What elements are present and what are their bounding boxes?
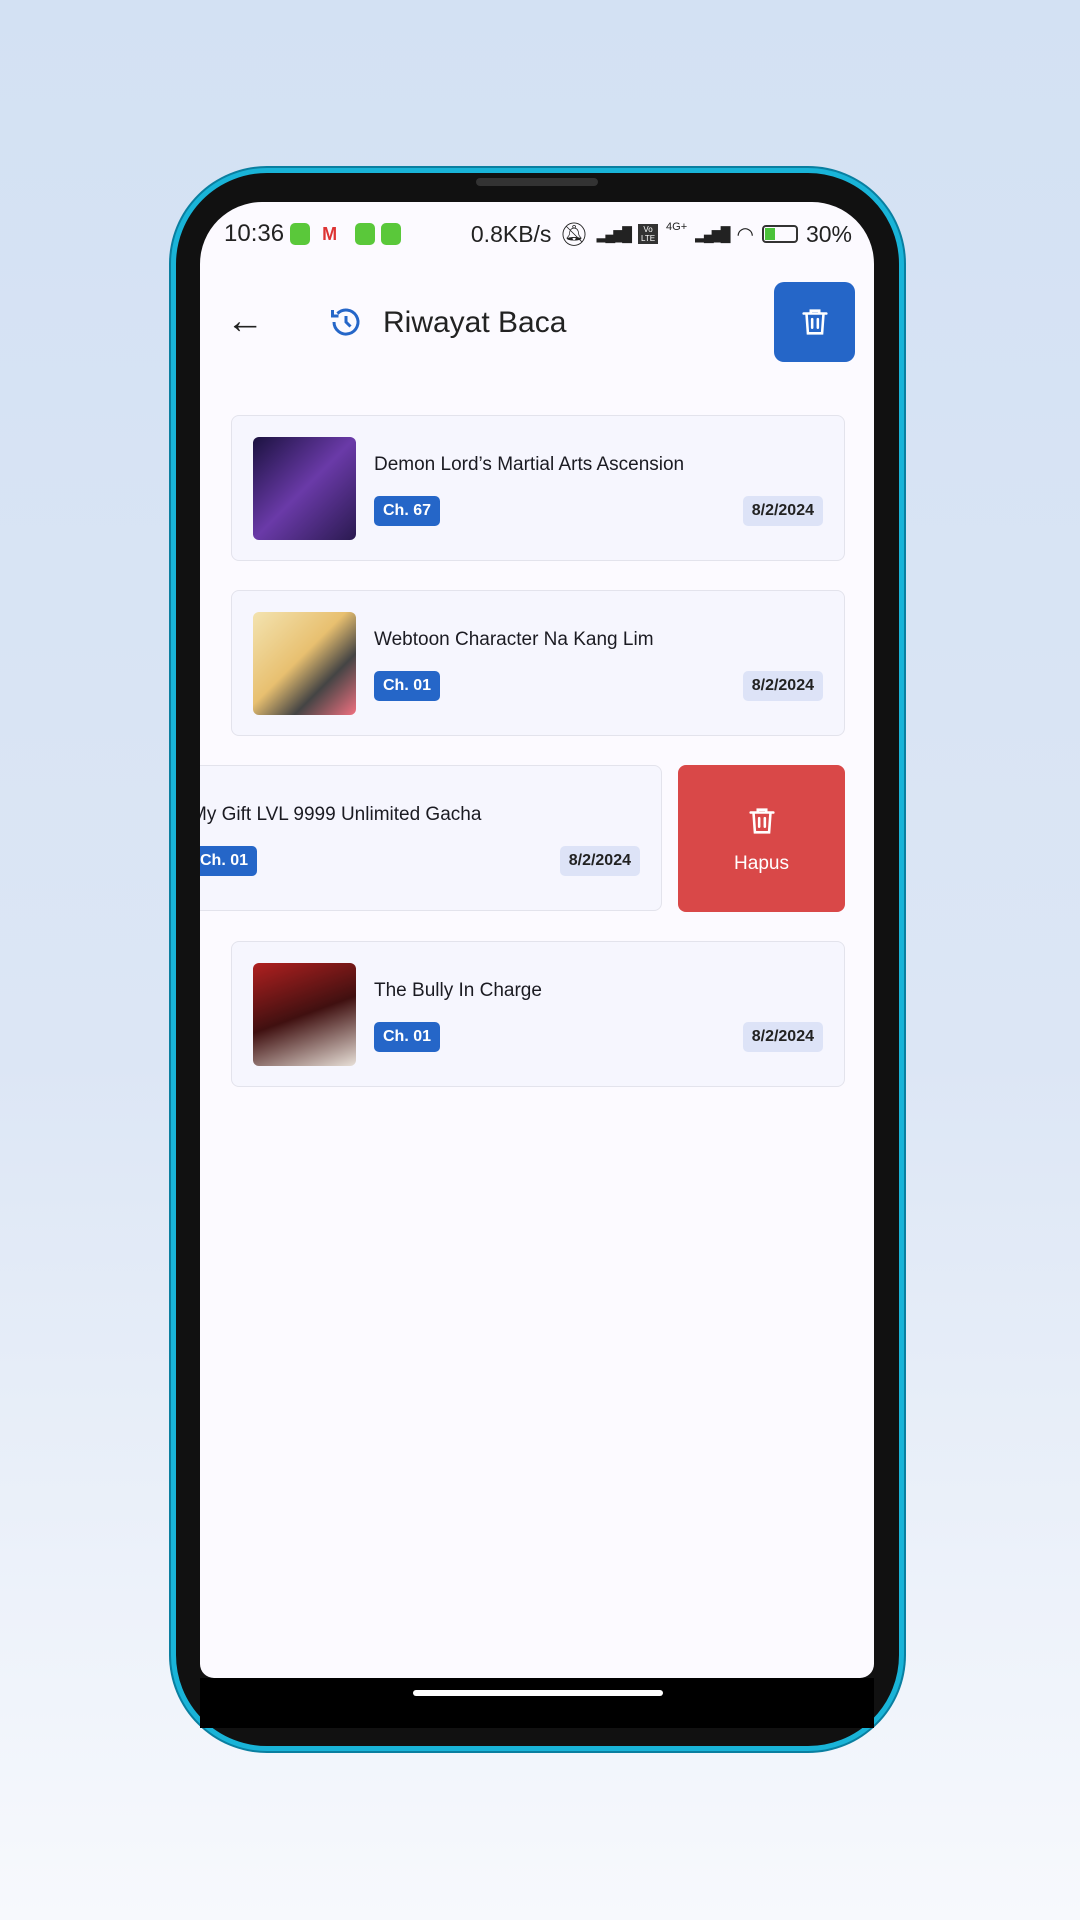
app-notification-icon [290, 223, 311, 245]
home-indicator[interactable] [413, 1690, 663, 1696]
delete-label: Hapus [734, 852, 789, 874]
gmail-icon: M [322, 223, 338, 244]
chapter-badge: Ch. 67 [374, 496, 441, 526]
history-item[interactable]: Demon Lord’s Martial Arts Ascension Ch. … [231, 415, 845, 561]
date-badge: 8/2/2024 [742, 496, 823, 526]
delete-item-button[interactable]: Hapus [678, 765, 845, 912]
bell-muted-icon: 🔕︎ [559, 220, 589, 247]
history-icon [331, 308, 360, 336]
manga-title: Demon Lord’s Martial Arts Ascension [374, 454, 685, 475]
status-time: 10:36 [224, 220, 285, 247]
app-notification-icon [381, 223, 402, 245]
network-type: 4G+ [666, 220, 688, 233]
cover-thumbnail [253, 612, 356, 715]
chapter-badge: Ch. 01 [200, 846, 258, 876]
trash-icon [748, 807, 775, 834]
clear-history-button[interactable] [774, 282, 855, 362]
signal-icon: ▂▄▆█ [695, 225, 730, 242]
wifi-icon: ◠ [736, 223, 754, 246]
battery-level: 30% [805, 220, 852, 247]
chapter-badge: Ch. 01 [374, 671, 441, 701]
back-button[interactable]: ← [226, 300, 264, 343]
history-item-swiped[interactable]: My Gift LVL 9999 Unlimited Gacha Ch. 01 … [200, 765, 662, 911]
cover-thumbnail [253, 963, 356, 1066]
manga-title: The Bully In Charge [374, 980, 542, 1001]
date-badge: 8/2/2024 [559, 846, 640, 876]
cover-thumbnail [253, 437, 356, 540]
app-screen: 10:36 M 0.8KB/s 🔕︎ ▂▄▆█ Vo LTE 4G+ ▂▄▆█ … [200, 202, 874, 1678]
trash-icon [801, 309, 828, 335]
battery-icon [761, 225, 798, 243]
navigation-bar [200, 1678, 874, 1728]
date-badge: 8/2/2024 [742, 671, 823, 701]
history-item[interactable]: Webtoon Character Na Kang Lim Ch. 01 8/2… [231, 590, 845, 736]
date-badge: 8/2/2024 [742, 1022, 823, 1052]
manga-title: My Gift LVL 9999 Unlimited Gacha [200, 804, 482, 825]
network-speed: 0.8KB/s [470, 220, 552, 247]
speaker-grille [476, 178, 598, 186]
app-header: ← Riwayat Baca [200, 282, 874, 364]
history-item[interactable]: The Bully In Charge Ch. 01 8/2/2024 [231, 941, 845, 1087]
signal-icon: ▂▄▆█ [596, 225, 632, 242]
volte-icon: Vo LTE [638, 224, 659, 244]
app-notification-icon [355, 223, 376, 245]
manga-title: Webtoon Character Na Kang Lim [374, 629, 654, 650]
chapter-badge: Ch. 01 [374, 1022, 441, 1052]
page-title: Riwayat Baca [383, 306, 567, 339]
status-bar: 10:36 M 0.8KB/s 🔕︎ ▂▄▆█ Vo LTE 4G+ ▂▄▆█ … [224, 216, 852, 252]
